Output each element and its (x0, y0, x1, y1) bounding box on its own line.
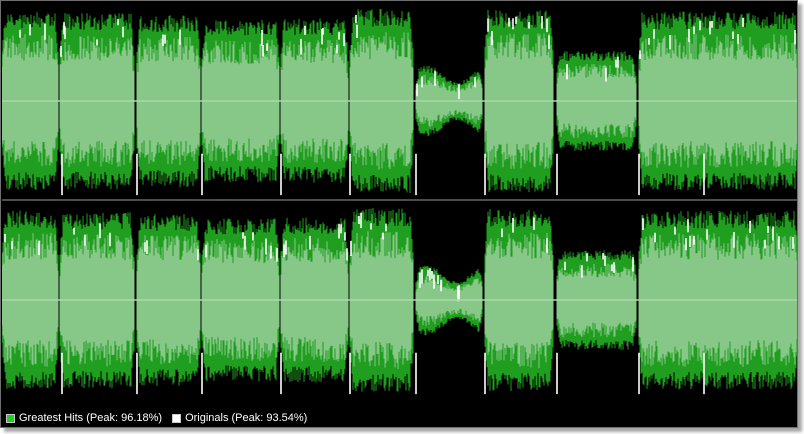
right-channel-waveform (2, 208, 797, 395)
legend-item-originals: Originals (Peak: 93.54%) (172, 412, 307, 424)
originals-swatch (172, 413, 182, 423)
greatest-hits-swatch (6, 413, 15, 423)
left-channel-waveform (2, 8, 797, 196)
greatest-hits-label: Greatest Hits (Peak: 96.18%) (19, 412, 163, 424)
waveform-display (2, 8, 797, 395)
waveform-comparison-window: Greatest Hits (Peak: 96.18%) Originals (… (0, 0, 798, 428)
originals-label: Originals (Peak: 93.54%) (185, 412, 308, 424)
legend: Greatest Hits (Peak: 96.18%) Originals (… (6, 411, 307, 425)
legend-item-greatest-hits: Greatest Hits (Peak: 96.18%) (6, 412, 162, 424)
